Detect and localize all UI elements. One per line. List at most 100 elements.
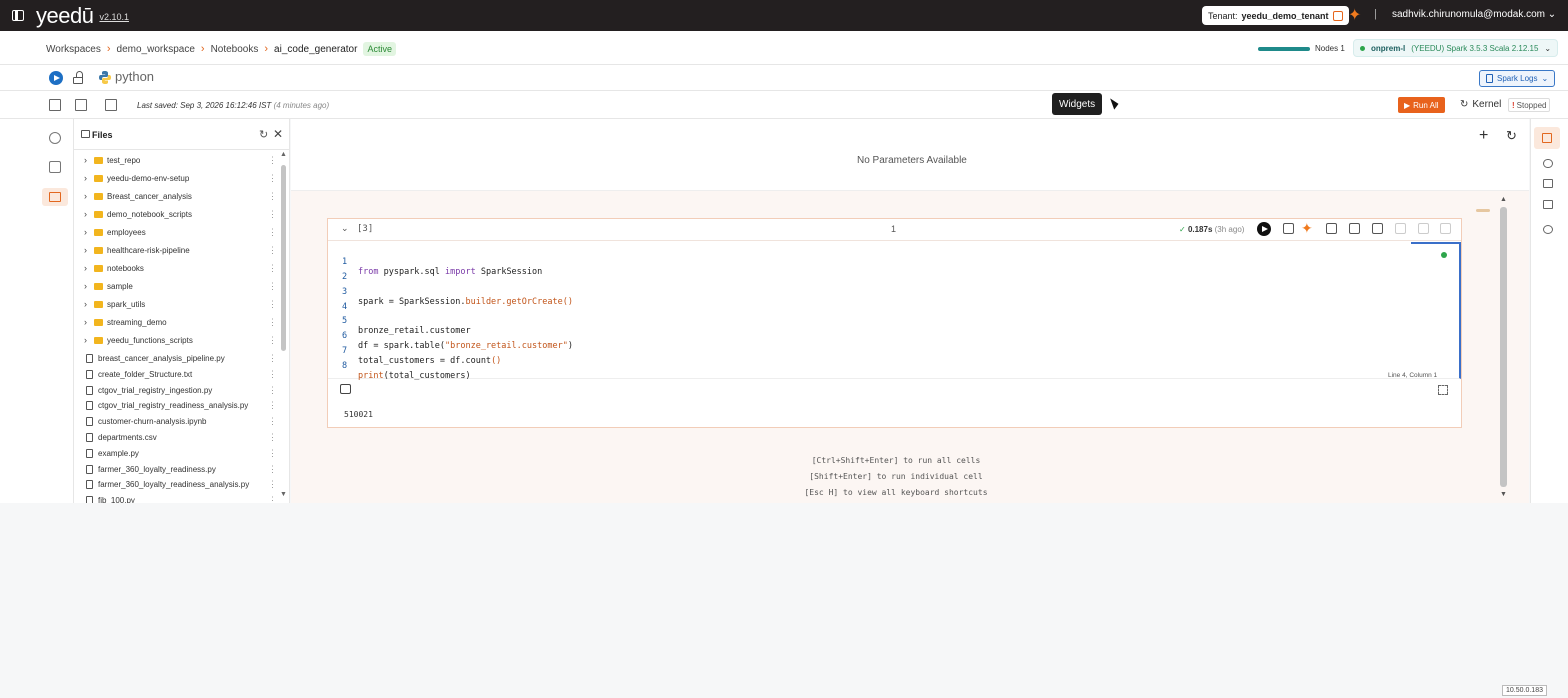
folder-item[interactable]: › yeedu-demo-env-setup ⋮ [74,170,279,188]
arrow-down-icon[interactable] [1418,223,1429,234]
breadcrumb-workspaces[interactable]: Workspaces [46,44,101,55]
copy-icon[interactable] [1283,223,1294,234]
kebab-menu-icon[interactable]: ⋮ [268,155,277,166]
folder-item[interactable]: › spark_utils ⋮ [74,296,279,314]
logo[interactable]: yeedū [36,3,94,29]
run-all-button[interactable]: ▶ Run All [1398,97,1445,113]
files-scrollbar[interactable]: ▲ ▼ [280,151,287,498]
kebab-menu-icon[interactable]: ⋮ [268,173,277,184]
chevron-right-icon[interactable]: › [84,209,87,219]
add-parameter-icon[interactable]: + [1479,127,1488,145]
kernel-menu[interactable]: ↻ Kernel [1460,99,1501,110]
kebab-menu-icon[interactable]: ⋮ [268,281,277,292]
tenant-selector[interactable]: Tenant: yeedu_demo_tenant [1202,6,1349,25]
folder-item[interactable]: › Breast_cancer_analysis ⋮ [74,188,279,206]
kebab-menu-icon[interactable]: ⋮ [268,353,277,364]
kebab-menu-icon[interactable]: ⋮ [268,317,277,328]
scrollbar-thumb[interactable] [1500,207,1507,487]
file-item[interactable]: farmer_360_loyalty_readiness.py ⋮ [74,461,279,477]
chevron-right-icon[interactable]: › [84,335,87,345]
kebab-menu-icon[interactable]: ⋮ [268,416,277,427]
clear-icon[interactable] [75,99,87,111]
sidebar-toggle-icon[interactable] [12,10,24,21]
table-icon[interactable] [49,161,61,173]
kebab-menu-icon[interactable]: ⋮ [268,369,277,380]
kebab-menu-icon[interactable]: ⋮ [268,400,277,411]
scrollbar-thumb[interactable] [281,165,286,351]
chevron-right-icon[interactable]: › [84,227,87,237]
widgets-panel-button[interactable] [1534,127,1560,149]
folder-item[interactable]: › employees ⋮ [74,224,279,242]
folder-item[interactable]: › streaming_demo ⋮ [74,314,279,332]
camera-icon[interactable] [1543,179,1553,188]
history-icon[interactable] [1543,225,1553,234]
notebook-scrollbar[interactable]: ▲ ▼ [1500,196,1507,499]
download-icon[interactable] [49,99,61,111]
kebab-menu-icon[interactable]: ⋮ [268,464,277,475]
scroll-up-icon[interactable]: ▲ [1500,196,1507,203]
key-icon[interactable] [1543,159,1553,168]
file-item[interactable]: customer-churn-analysis.ipynb ⋮ [74,413,279,429]
spark-logs-button[interactable]: Spark Logs ⌄ [1479,70,1556,87]
folder-item[interactable]: › sample ⋮ [74,278,279,296]
code-cell[interactable]: ⌄ [3] 1 ✓ 0.187s (3h ago) ✦ 1 from pyspa… [327,218,1462,428]
output-icon[interactable] [340,384,351,394]
ai-assist-icon[interactable]: ✦ [1301,220,1313,237]
kebab-menu-icon[interactable]: ⋮ [268,245,277,256]
spark-ai-icon[interactable]: ✦ [1348,6,1361,25]
add-cell-icon[interactable] [1326,223,1337,234]
database-icon[interactable] [49,132,61,144]
refresh-icon[interactable]: ↻ [259,128,268,141]
file-item[interactable]: ctgov_trial_registry_ingestion.py ⋮ [74,382,279,398]
kebab-menu-icon[interactable]: ⋮ [268,448,277,459]
file-item[interactable]: farmer_360_loyalty_readiness_analysis.py… [74,476,279,492]
kebab-menu-icon[interactable]: ⋮ [268,432,277,443]
file-item[interactable]: ctgov_trial_registry_readiness_analysis.… [74,397,279,413]
folder-item[interactable]: › yeedu_functions_scripts ⋮ [74,332,279,350]
file-item[interactable]: create_folder_Structure.txt ⋮ [74,366,279,382]
chevron-right-icon[interactable]: › [84,173,87,183]
collapse-icon[interactable]: ⌄ [341,223,349,234]
kebab-menu-icon[interactable]: ⋮ [268,227,277,238]
external-link-icon[interactable] [1332,10,1343,21]
unlock-icon[interactable] [73,71,84,85]
keyboard-icon[interactable] [1543,200,1553,209]
language-selector[interactable]: python [115,69,154,84]
scroll-down-icon[interactable]: ▼ [1500,491,1507,498]
kebab-menu-icon[interactable]: ⋮ [268,191,277,202]
file-item[interactable]: breast_cancer_analysis_pipeline.py ⋮ [74,350,279,366]
chevron-right-icon[interactable]: › [84,299,87,309]
arrow-up-icon[interactable] [1395,223,1406,234]
chevron-right-icon[interactable]: › [84,263,87,273]
file-item[interactable]: departments.csv ⋮ [74,429,279,445]
version-link[interactable]: v2.10.1 [99,12,129,22]
expand-icon[interactable] [1438,385,1448,395]
folder-item[interactable]: › test_repo ⋮ [74,152,279,170]
kebab-menu-icon[interactable]: ⋮ [268,209,277,220]
reload-icon[interactable]: ↻ [1506,128,1517,144]
kebab-menu-icon[interactable]: ⋮ [268,385,277,396]
kebab-menu-icon[interactable]: ⋮ [268,263,277,274]
files-panel-button[interactable] [42,188,68,206]
kebab-menu-icon[interactable]: ⋮ [268,335,277,346]
file-item[interactable]: example.py ⋮ [74,445,279,461]
chevron-right-icon[interactable]: › [84,281,87,291]
folder-item[interactable]: › healthcare-risk-pipeline ⋮ [74,242,279,260]
play-icon[interactable] [49,71,63,85]
chevron-right-icon[interactable]: › [84,191,87,201]
download-icon[interactable] [1372,223,1383,234]
trash-icon[interactable] [1440,223,1451,234]
folder-item[interactable]: › demo_notebook_scripts ⋮ [74,206,279,224]
user-menu[interactable]: sadhvik.chirunomula@modak.com ⌄ [1392,9,1556,20]
scroll-down-icon[interactable]: ▼ [280,491,287,498]
kebab-menu-icon[interactable]: ⋮ [268,299,277,310]
close-icon[interactable]: ✕ [273,127,283,141]
kebab-menu-icon[interactable]: ⋮ [268,495,277,503]
chevron-right-icon[interactable]: › [84,317,87,327]
run-cell-button[interactable] [1257,222,1271,236]
file-item[interactable]: fib_100.py ⋮ [74,492,279,503]
chevron-right-icon[interactable]: › [84,155,87,165]
save-icon[interactable] [105,99,117,111]
breadcrumb-demo-workspace[interactable]: demo_workspace [117,44,195,55]
breadcrumb-notebooks[interactable]: Notebooks [211,44,259,55]
